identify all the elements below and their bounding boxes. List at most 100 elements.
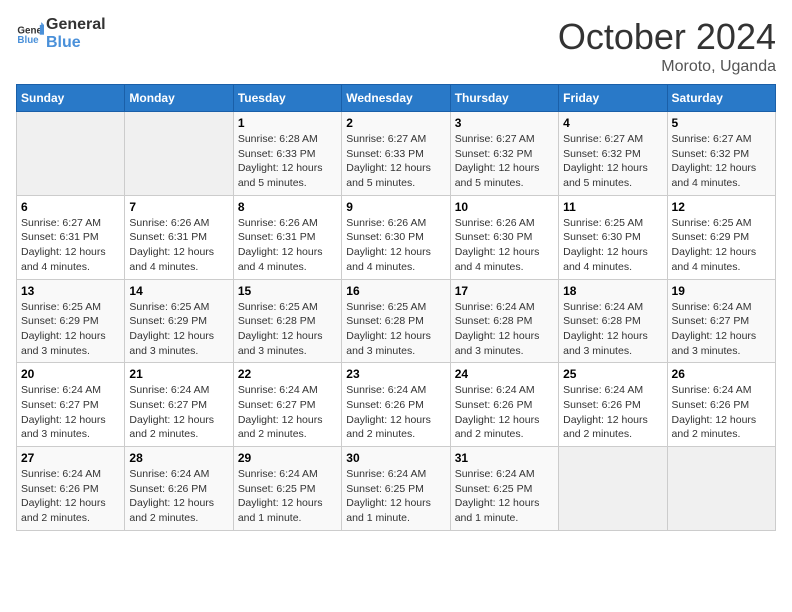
calendar-cell: 8 Sunrise: 6:26 AM Sunset: 6:31 PM Daylig… <box>233 195 341 279</box>
day-info: Sunrise: 6:27 AM Sunset: 6:32 PM Dayligh… <box>563 132 662 191</box>
calendar-cell: 17 Sunrise: 6:24 AM Sunset: 6:28 PM Dayli… <box>450 279 558 363</box>
day-info: Sunrise: 6:27 AM Sunset: 6:31 PM Dayligh… <box>21 216 120 275</box>
day-number: 20 <box>21 367 120 381</box>
calendar-cell: 11 Sunrise: 6:25 AM Sunset: 6:30 PM Dayli… <box>559 195 667 279</box>
day-number: 27 <box>21 451 120 465</box>
calendar-cell: 4 Sunrise: 6:27 AM Sunset: 6:32 PM Daylig… <box>559 112 667 196</box>
calendar-cell: 3 Sunrise: 6:27 AM Sunset: 6:32 PM Daylig… <box>450 112 558 196</box>
day-info: Sunrise: 6:24 AM Sunset: 6:26 PM Dayligh… <box>346 383 445 442</box>
header-cell-sunday: Sunday <box>17 85 125 112</box>
day-info: Sunrise: 6:24 AM Sunset: 6:27 PM Dayligh… <box>21 383 120 442</box>
calendar-cell: 29 Sunrise: 6:24 AM Sunset: 6:25 PM Dayli… <box>233 447 341 531</box>
day-info: Sunrise: 6:25 AM Sunset: 6:30 PM Dayligh… <box>563 216 662 275</box>
calendar-cell: 6 Sunrise: 6:27 AM Sunset: 6:31 PM Daylig… <box>17 195 125 279</box>
calendar-cell <box>559 447 667 531</box>
header-cell-friday: Friday <box>559 85 667 112</box>
day-number: 6 <box>21 200 120 214</box>
day-number: 5 <box>672 116 771 130</box>
calendar-cell: 1Sunrise: 6:28 AM Sunset: 6:33 PM Daylig… <box>233 112 341 196</box>
calendar-cell <box>125 112 233 196</box>
day-number: 10 <box>455 200 554 214</box>
title-block: October 2024 Moroto, Uganda <box>558 16 776 76</box>
calendar-cell: 22Sunrise: 6:24 AM Sunset: 6:27 PM Dayli… <box>233 363 341 447</box>
day-info: Sunrise: 6:24 AM Sunset: 6:25 PM Dayligh… <box>238 467 337 526</box>
calendar-header-row: SundayMondayTuesdayWednesdayThursdayFrid… <box>17 85 776 112</box>
day-number: 15 <box>238 284 337 298</box>
day-number: 9 <box>346 200 445 214</box>
day-number: 8 <box>238 200 337 214</box>
day-info: Sunrise: 6:25 AM Sunset: 6:28 PM Dayligh… <box>346 300 445 359</box>
day-number: 31 <box>455 451 554 465</box>
day-info: Sunrise: 6:26 AM Sunset: 6:30 PM Dayligh… <box>346 216 445 275</box>
header-cell-wednesday: Wednesday <box>342 85 450 112</box>
calendar-cell: 23 Sunrise: 6:24 AM Sunset: 6:26 PM Dayli… <box>342 363 450 447</box>
day-info: Sunrise: 6:28 AM Sunset: 6:33 PM Dayligh… <box>238 132 337 191</box>
day-number: 7 <box>129 200 228 214</box>
calendar-cell: 18 Sunrise: 6:24 AM Sunset: 6:28 PM Dayli… <box>559 279 667 363</box>
day-number: 12 <box>672 200 771 214</box>
header-cell-tuesday: Tuesday <box>233 85 341 112</box>
calendar-cell: 7Sunrise: 6:26 AM Sunset: 6:31 PM Daylig… <box>125 195 233 279</box>
day-number: 3 <box>455 116 554 130</box>
day-info: Sunrise: 6:24 AM Sunset: 6:27 PM Dayligh… <box>129 383 228 442</box>
day-info: Sunrise: 6:25 AM Sunset: 6:29 PM Dayligh… <box>21 300 120 359</box>
calendar-body: 1Sunrise: 6:28 AM Sunset: 6:33 PM Daylig… <box>17 112 776 531</box>
day-info: Sunrise: 6:27 AM Sunset: 6:33 PM Dayligh… <box>346 132 445 191</box>
calendar-cell: 30 Sunrise: 6:24 AM Sunset: 6:25 PM Dayli… <box>342 447 450 531</box>
calendar-cell: 16 Sunrise: 6:25 AM Sunset: 6:28 PM Dayli… <box>342 279 450 363</box>
day-info: Sunrise: 6:27 AM Sunset: 6:32 PM Dayligh… <box>455 132 554 191</box>
calendar-week-4: 20 Sunrise: 6:24 AM Sunset: 6:27 PM Dayli… <box>17 363 776 447</box>
day-info: Sunrise: 6:25 AM Sunset: 6:28 PM Dayligh… <box>238 300 337 359</box>
logo: General Blue General Blue <box>16 16 106 51</box>
day-info: Sunrise: 6:24 AM Sunset: 6:28 PM Dayligh… <box>455 300 554 359</box>
day-info: Sunrise: 6:25 AM Sunset: 6:29 PM Dayligh… <box>129 300 228 359</box>
day-number: 26 <box>672 367 771 381</box>
calendar-cell: 25 Sunrise: 6:24 AM Sunset: 6:26 PM Dayli… <box>559 363 667 447</box>
calendar-cell: 21 Sunrise: 6:24 AM Sunset: 6:27 PM Dayli… <box>125 363 233 447</box>
day-number: 18 <box>563 284 662 298</box>
calendar-week-1: 1Sunrise: 6:28 AM Sunset: 6:33 PM Daylig… <box>17 112 776 196</box>
calendar-week-2: 6 Sunrise: 6:27 AM Sunset: 6:31 PM Daylig… <box>17 195 776 279</box>
calendar-cell: 27 Sunrise: 6:24 AM Sunset: 6:26 PM Dayli… <box>17 447 125 531</box>
day-number: 4 <box>563 116 662 130</box>
day-info: Sunrise: 6:24 AM Sunset: 6:27 PM Dayligh… <box>672 300 771 359</box>
calendar-cell <box>17 112 125 196</box>
day-number: 11 <box>563 200 662 214</box>
day-info: Sunrise: 6:24 AM Sunset: 6:26 PM Dayligh… <box>129 467 228 526</box>
day-info: Sunrise: 6:26 AM Sunset: 6:31 PM Dayligh… <box>238 216 337 275</box>
day-info: Sunrise: 6:24 AM Sunset: 6:26 PM Dayligh… <box>563 383 662 442</box>
day-number: 16 <box>346 284 445 298</box>
day-number: 13 <box>21 284 120 298</box>
calendar-cell: 12Sunrise: 6:25 AM Sunset: 6:29 PM Dayli… <box>667 195 775 279</box>
day-number: 29 <box>238 451 337 465</box>
day-number: 21 <box>129 367 228 381</box>
day-info: Sunrise: 6:24 AM Sunset: 6:26 PM Dayligh… <box>672 383 771 442</box>
day-number: 17 <box>455 284 554 298</box>
calendar-cell <box>667 447 775 531</box>
day-info: Sunrise: 6:24 AM Sunset: 6:26 PM Dayligh… <box>455 383 554 442</box>
day-info: Sunrise: 6:24 AM Sunset: 6:25 PM Dayligh… <box>346 467 445 526</box>
day-number: 25 <box>563 367 662 381</box>
day-number: 22 <box>238 367 337 381</box>
calendar-cell: 10 Sunrise: 6:26 AM Sunset: 6:30 PM Dayli… <box>450 195 558 279</box>
day-number: 14 <box>129 284 228 298</box>
calendar-cell: 9 Sunrise: 6:26 AM Sunset: 6:30 PM Daylig… <box>342 195 450 279</box>
day-number: 30 <box>346 451 445 465</box>
day-number: 23 <box>346 367 445 381</box>
header-cell-saturday: Saturday <box>667 85 775 112</box>
calendar-cell: 19 Sunrise: 6:24 AM Sunset: 6:27 PM Dayli… <box>667 279 775 363</box>
page-header: General Blue General Blue October 2024 M… <box>16 16 776 76</box>
day-info: Sunrise: 6:24 AM Sunset: 6:28 PM Dayligh… <box>563 300 662 359</box>
day-number: 2 <box>346 116 445 130</box>
day-number: 19 <box>672 284 771 298</box>
calendar-cell: 5Sunrise: 6:27 AM Sunset: 6:32 PM Daylig… <box>667 112 775 196</box>
day-info: Sunrise: 6:26 AM Sunset: 6:30 PM Dayligh… <box>455 216 554 275</box>
month-title: October 2024 <box>558 16 776 58</box>
day-number: 24 <box>455 367 554 381</box>
header-cell-thursday: Thursday <box>450 85 558 112</box>
day-info: Sunrise: 6:24 AM Sunset: 6:26 PM Dayligh… <box>21 467 120 526</box>
calendar-week-3: 13 Sunrise: 6:25 AM Sunset: 6:29 PM Dayli… <box>17 279 776 363</box>
logo-icon: General Blue <box>16 22 44 46</box>
logo-line2: Blue <box>46 34 106 52</box>
day-number: 28 <box>129 451 228 465</box>
